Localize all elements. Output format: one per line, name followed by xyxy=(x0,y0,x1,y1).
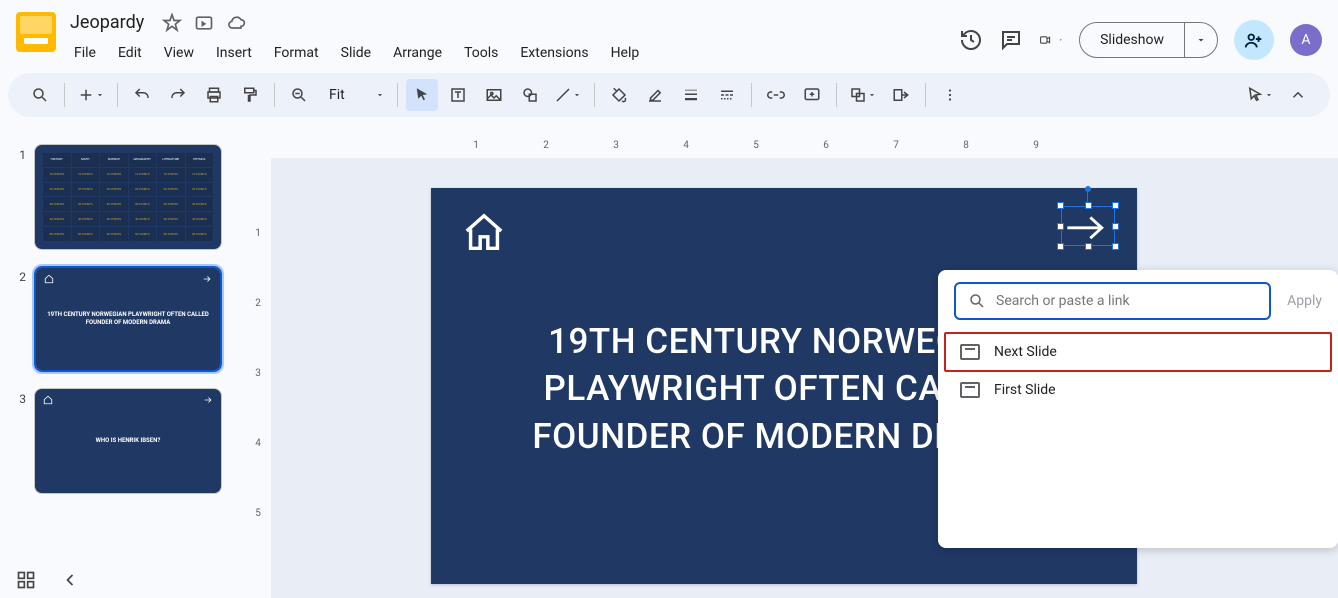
arrow-right-icon xyxy=(203,395,213,405)
slideshow-button[interactable]: Slideshow xyxy=(1080,23,1184,57)
chevron-down-icon xyxy=(1058,35,1063,45)
redo-button[interactable] xyxy=(162,79,194,111)
textbox-button[interactable] xyxy=(442,79,474,111)
search-menus-button[interactable] xyxy=(24,79,56,111)
zoom-level-dropdown[interactable]: Fit xyxy=(319,79,389,111)
menu-format[interactable]: Format xyxy=(264,39,329,67)
toolbar: Fit xyxy=(8,73,1330,117)
thumb-text: WHO IS HENRIK IBSEN? xyxy=(96,437,161,445)
home-icon[interactable] xyxy=(461,210,507,256)
slide-icon xyxy=(960,344,980,360)
share-button[interactable] xyxy=(1234,20,1274,60)
undo-button[interactable] xyxy=(126,79,158,111)
link-option-label: First Slide xyxy=(994,382,1056,398)
menu-tools[interactable]: Tools xyxy=(454,39,508,67)
thumb-number: 3 xyxy=(12,388,26,406)
document-title[interactable]: Jeopardy xyxy=(64,10,150,35)
menu-file[interactable]: File xyxy=(64,39,106,67)
vertical-ruler: 12345 xyxy=(245,158,271,598)
transition-button[interactable] xyxy=(885,79,917,111)
link-option-next-slide[interactable]: Next Slide xyxy=(944,332,1332,372)
hide-menus-button[interactable] xyxy=(1282,79,1314,111)
menu-help[interactable]: Help xyxy=(601,39,650,67)
select-tool[interactable] xyxy=(406,79,438,111)
zoom-button[interactable] xyxy=(283,79,315,111)
fill-color-button[interactable] xyxy=(603,79,635,111)
link-option-first-slide[interactable]: First Slide xyxy=(946,372,1330,408)
star-icon[interactable] xyxy=(162,13,182,33)
move-icon[interactable] xyxy=(194,13,214,33)
arrange-button[interactable] xyxy=(845,79,881,111)
filmstrip: 1 HISTORYMATHSCIENCEGEOGRAPHYLITERATUREP… xyxy=(0,140,245,598)
link-search-field xyxy=(954,282,1271,320)
search-icon xyxy=(968,292,986,310)
thumb-number: 2 xyxy=(12,266,26,284)
border-weight-button[interactable] xyxy=(675,79,707,111)
link-option-label: Next Slide xyxy=(994,344,1057,360)
menu-view[interactable]: View xyxy=(154,39,204,67)
history-icon[interactable] xyxy=(959,28,983,52)
zoom-level-text: Fit xyxy=(323,87,351,103)
insert-link-button[interactable] xyxy=(760,79,792,111)
more-button[interactable] xyxy=(934,79,966,111)
slideshow-dropdown[interactable] xyxy=(1184,23,1217,57)
comments-icon[interactable] xyxy=(999,28,1023,52)
shape-button[interactable] xyxy=(514,79,546,111)
border-color-button[interactable] xyxy=(639,79,671,111)
chevron-down-icon xyxy=(1195,34,1207,46)
insert-comment-button[interactable] xyxy=(796,79,828,111)
header: Jeopardy File Edit View Insert Format Sl… xyxy=(0,0,1338,67)
slideshow-group: Slideshow xyxy=(1079,22,1218,58)
editing-mode-button[interactable] xyxy=(1242,79,1278,111)
arrow-right-icon xyxy=(1065,214,1111,242)
insert-link-popup: Apply Next Slide First Slide xyxy=(938,270,1338,548)
border-dash-button[interactable] xyxy=(711,79,743,111)
menu-extensions[interactable]: Extensions xyxy=(510,39,598,67)
menu-slide[interactable]: Slide xyxy=(331,39,381,67)
selected-arrow-shape[interactable] xyxy=(1061,206,1115,246)
link-search-input[interactable] xyxy=(996,293,1257,309)
line-button[interactable] xyxy=(550,79,586,111)
thumb-number: 1 xyxy=(12,144,26,162)
new-slide-button[interactable] xyxy=(73,79,109,111)
home-icon xyxy=(43,395,53,405)
arrow-right-icon xyxy=(202,274,212,284)
cloud-icon[interactable] xyxy=(226,13,246,33)
paint-format-button[interactable] xyxy=(234,79,266,111)
meet-button[interactable] xyxy=(1039,28,1063,52)
menu-edit[interactable]: Edit xyxy=(108,39,152,67)
grid-view-button[interactable] xyxy=(12,566,40,594)
account-avatar[interactable]: A xyxy=(1290,24,1322,56)
slides-logo[interactable] xyxy=(16,12,56,52)
collapse-filmstrip-button[interactable] xyxy=(56,566,84,594)
slide-thumbnail-2[interactable]: 19TH CENTURY NORWEGIAN PLAYWRIGHT OFTEN … xyxy=(34,266,222,372)
bottom-bar xyxy=(12,566,84,594)
menubar: File Edit View Insert Format Slide Arran… xyxy=(64,37,951,67)
slide-icon xyxy=(960,382,980,398)
thumb-text: 19TH CENTURY NORWEGIAN PLAYWRIGHT OFTEN … xyxy=(44,311,212,328)
apply-link-button[interactable]: Apply xyxy=(1287,293,1322,309)
print-button[interactable] xyxy=(198,79,230,111)
image-button[interactable] xyxy=(478,79,510,111)
menu-insert[interactable]: Insert xyxy=(206,39,262,67)
horizontal-ruler: 123456789 xyxy=(271,140,1338,158)
home-icon xyxy=(44,274,54,284)
menu-arrange[interactable]: Arrange xyxy=(383,39,452,67)
slide-thumbnail-1[interactable]: HISTORYMATHSCIENCEGEOGRAPHYLITERATUREPHY… xyxy=(34,144,222,250)
slide-thumbnail-3[interactable]: WHO IS HENRIK IBSEN? xyxy=(34,388,222,494)
